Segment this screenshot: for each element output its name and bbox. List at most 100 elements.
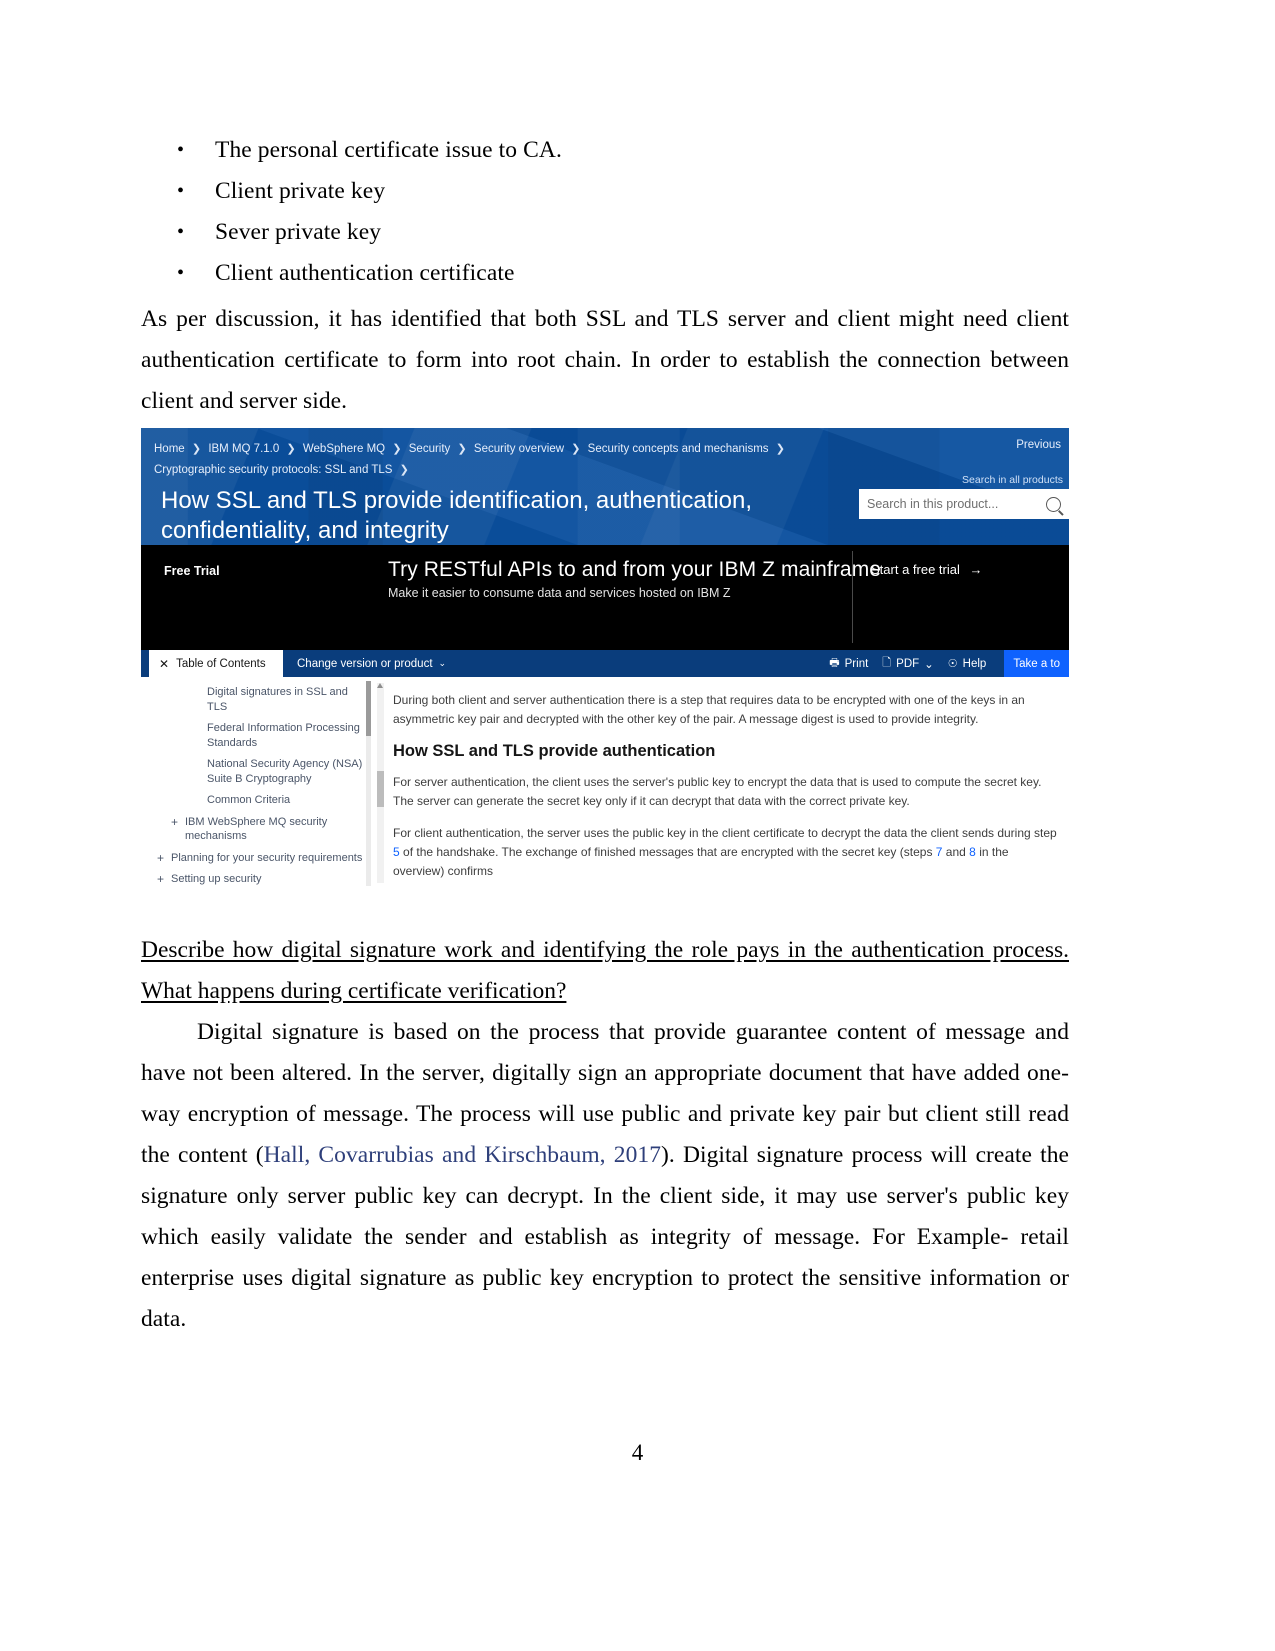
para2-text-2: ). Digital signature process will create… bbox=[141, 1142, 1069, 1332]
table-of-contents-tab[interactable]: ✕ Table of Contents bbox=[149, 650, 283, 677]
toc-item-fips[interactable]: Federal Information Processing Standards bbox=[147, 721, 367, 750]
toc-item-label: Planning for your security requirements bbox=[171, 851, 363, 864]
step-number-8[interactable]: 8 bbox=[969, 845, 976, 859]
start-free-trial-link[interactable]: Start a free trial → bbox=[871, 562, 983, 577]
toc-item-label: Common Criteria bbox=[207, 794, 291, 806]
breadcrumb-item-security[interactable]: Security bbox=[409, 443, 451, 455]
article-server-auth-paragraph: For server authentication, the client us… bbox=[393, 775, 1042, 808]
embedded-screenshot-ibm-docs: Home ❯ IBM MQ 7.1.0 ❯ WebSphere MQ ❯ Sec… bbox=[141, 428, 1069, 890]
list-item: • Client authentication certificate bbox=[141, 253, 1069, 294]
toc-item-nsa-suite-b[interactable]: National Security Agency (NSA) Suite B C… bbox=[147, 757, 367, 786]
table-of-contents-panel: Digital signatures in SSL and TLS Federa… bbox=[141, 677, 373, 890]
toc-item-common-criteria[interactable]: Common Criteria bbox=[147, 793, 367, 808]
pdf-button[interactable]: 🗋 PDF ⌄ bbox=[882, 654, 934, 673]
chevron-down-icon: ⌄ bbox=[924, 658, 934, 671]
chevron-right-icon: ❯ bbox=[392, 443, 402, 455]
search-all-products-link[interactable]: Search in all products bbox=[962, 474, 1063, 486]
previous-link[interactable]: Previous bbox=[1016, 439, 1061, 451]
breadcrumb: Home ❯ IBM MQ 7.1.0 ❯ WebSphere MQ ❯ Sec… bbox=[154, 439, 854, 481]
docs-toolbar: ✕ Table of Contents Change version or pr… bbox=[141, 650, 1069, 677]
bullet-dot: • bbox=[177, 262, 185, 284]
toc-tab-label: Table of Contents bbox=[176, 657, 266, 670]
toc-scrollbar-thumb[interactable] bbox=[366, 681, 371, 736]
article-client-auth-paragraph: For client authentication, the server us… bbox=[393, 824, 1061, 881]
expand-plus-icon[interactable]: + bbox=[157, 851, 164, 866]
document-icon: 🗋 bbox=[882, 657, 892, 669]
promo-divider bbox=[852, 551, 853, 643]
toc-item-setting-up-security[interactable]: + Setting up security bbox=[147, 872, 367, 887]
citation-reference: Hall, Covarrubias and Kirschbaum, 2017 bbox=[263, 1142, 661, 1168]
toc-item-label: Digital signatures in SSL and TLS bbox=[207, 686, 348, 713]
chevron-right-icon: ❯ bbox=[571, 443, 581, 455]
list-item-text: Sever private key bbox=[215, 219, 382, 245]
toc-item-mq-security-mechanisms[interactable]: + IBM WebSphere MQ security mechanisms bbox=[147, 815, 367, 844]
toc-item-label: Setting up security bbox=[171, 873, 262, 885]
list-item-text: Client authentication certificate bbox=[215, 260, 515, 286]
client-auth-text-2: of the handshake. The exchange of finish… bbox=[399, 845, 936, 859]
print-button[interactable]: 🖶 Print bbox=[829, 654, 868, 673]
search-placeholder: Search in this product... bbox=[867, 497, 999, 511]
breadcrumb-item-security-overview[interactable]: Security overview bbox=[474, 443, 564, 455]
toc-item-label: Federal Information Processing Standards bbox=[207, 722, 360, 749]
paragraph-digital-signature: Digital signature is based on the proces… bbox=[141, 1012, 1069, 1340]
breadcrumb-item-websphere-mq[interactable]: WebSphere MQ bbox=[303, 443, 385, 455]
article-scrollbar-thumb[interactable] bbox=[377, 771, 384, 807]
article-heading: How SSL and TLS provide authentication bbox=[393, 742, 716, 760]
list-item: • Sever private key bbox=[141, 212, 1069, 253]
docs-header: Home ❯ IBM MQ 7.1.0 ❯ WebSphere MQ ❯ Sec… bbox=[141, 428, 1069, 545]
breadcrumb-item-security-concepts[interactable]: Security concepts and mechanisms bbox=[588, 443, 769, 455]
bullet-dot: • bbox=[177, 180, 185, 202]
client-auth-text-3: and bbox=[942, 845, 970, 859]
bullet-list: • The personal certificate issue to CA. … bbox=[141, 130, 1069, 294]
promo-eyebrow: Free Trial bbox=[164, 564, 220, 578]
search-icon[interactable] bbox=[1046, 496, 1061, 512]
close-icon[interactable]: ✕ bbox=[159, 657, 169, 671]
help-button[interactable]: ☉ Help bbox=[948, 657, 987, 671]
change-version-dropdown[interactable]: Change version or product ⌄ bbox=[297, 650, 446, 677]
breadcrumb-item-crypto-protocols[interactable]: Cryptographic security protocols: SSL an… bbox=[154, 464, 392, 476]
print-label: Print bbox=[844, 657, 869, 670]
printer-icon: 🖶 bbox=[829, 657, 840, 669]
list-item-text: The personal certificate issue to CA. bbox=[215, 137, 562, 163]
chevron-right-icon: ❯ bbox=[191, 443, 202, 455]
step-number-5[interactable]: 5 bbox=[393, 845, 400, 859]
toc-item-label: National Security Agency (NSA) Suite B C… bbox=[207, 758, 363, 785]
bullet-dot: • bbox=[177, 139, 185, 161]
toc-item-digital-signatures[interactable]: Digital signatures in SSL and TLS bbox=[147, 685, 367, 714]
docs-content-area: Digital signatures in SSL and TLS Federa… bbox=[141, 677, 1069, 890]
chevron-right-icon: ❯ bbox=[286, 443, 296, 455]
expand-plus-icon[interactable]: + bbox=[171, 815, 178, 830]
arrow-right-icon: → bbox=[969, 562, 983, 577]
search-input[interactable]: Search in this product... bbox=[859, 489, 1069, 519]
document-page: • The personal certificate issue to CA. … bbox=[0, 0, 1275, 1651]
client-auth-text-1: For client authentication, the server us… bbox=[393, 826, 1057, 840]
paragraph-ssl-tls: As per discussion, it has identified tha… bbox=[141, 306, 1069, 414]
article-content: During both client and server authentica… bbox=[373, 677, 1069, 890]
pdf-label: PDF bbox=[896, 657, 920, 670]
change-version-label: Change version or product bbox=[297, 657, 433, 670]
toc-item-planning-security[interactable]: + Planning for your security requirement… bbox=[147, 851, 367, 866]
toc-item-label: IBM WebSphere MQ security mechanisms bbox=[185, 815, 328, 843]
promo-banner: Free Trial Try RESTful APIs to and from … bbox=[141, 545, 1069, 650]
list-item: • Client private key bbox=[141, 171, 1069, 212]
chevron-right-icon: ❯ bbox=[457, 443, 467, 455]
scroll-up-arrow-icon[interactable] bbox=[377, 683, 383, 688]
toc-scrollbar[interactable] bbox=[366, 681, 371, 886]
expand-plus-icon[interactable]: + bbox=[157, 872, 164, 887]
promo-subline: Make it easier to consume data and servi… bbox=[388, 586, 731, 600]
take-a-tour-button[interactable]: Take a to bbox=[1004, 650, 1069, 677]
help-label: Help bbox=[962, 657, 987, 670]
list-item-text: Client private key bbox=[215, 178, 386, 204]
page-number: 4 bbox=[631, 1440, 644, 1465]
page-title: How SSL and TLS provide identification, … bbox=[161, 487, 753, 544]
breadcrumb-item-ibm-mq[interactable]: IBM MQ 7.1.0 bbox=[208, 443, 279, 455]
document-body-lower: Describe how digital signature work and … bbox=[141, 930, 1069, 1340]
promo-headline: Try RESTful APIs to and from your IBM Z … bbox=[388, 558, 882, 581]
toolbar-actions: 🖶 Print 🗋 PDF ⌄ ☉ Help Take a to bbox=[829, 650, 1069, 677]
article-scrollbar[interactable] bbox=[377, 683, 384, 883]
breadcrumb-item-home[interactable]: Home bbox=[154, 443, 185, 455]
article-intro-paragraph: During both client and server authentica… bbox=[393, 693, 1025, 726]
document-body: • The personal certificate issue to CA. … bbox=[141, 130, 1069, 422]
chevron-right-icon: ❯ bbox=[399, 464, 409, 476]
question-heading: Describe how digital signature work and … bbox=[141, 937, 1069, 1004]
